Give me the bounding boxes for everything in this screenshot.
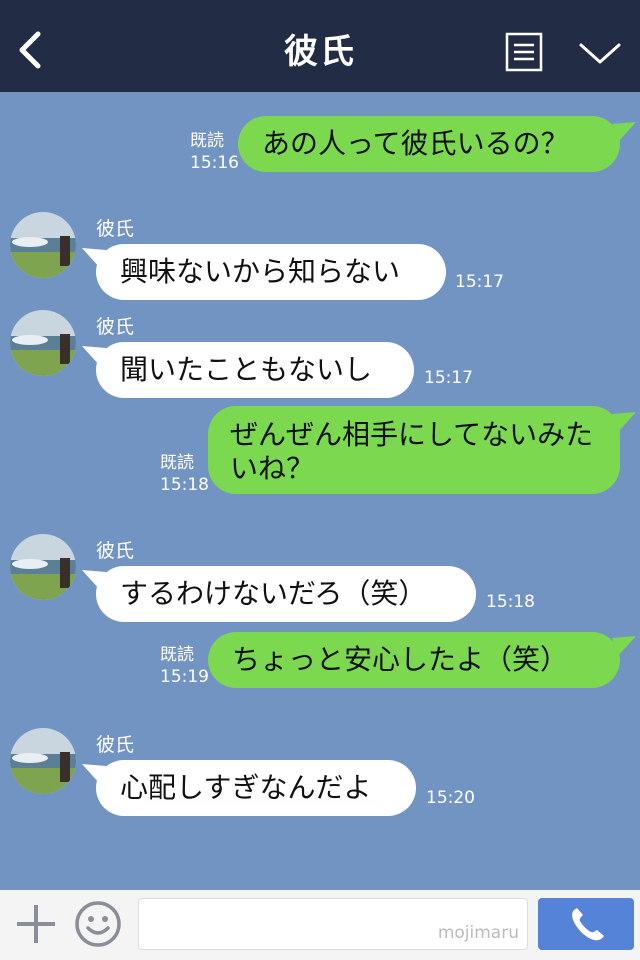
- message-bubble[interactable]: 聞いたこともないし: [96, 342, 414, 398]
- avatar-photo-icon: [10, 212, 76, 278]
- message-row: 彼氏 心配しすぎなんだよ 15:20: [0, 718, 640, 828]
- avatar[interactable]: [10, 534, 76, 600]
- avatar-photo-icon: [10, 310, 76, 376]
- message-bubble[interactable]: 興味ないから知らない: [96, 244, 446, 300]
- emoji-icon: [75, 901, 121, 947]
- sender-name: 彼氏: [96, 734, 135, 756]
- read-receipt: 既読 15:18: [160, 452, 209, 496]
- avatar-photo-icon: [10, 728, 76, 794]
- read-label: 既読: [190, 131, 224, 151]
- plus-icon: [17, 905, 55, 943]
- bubble-tail: [612, 636, 636, 656]
- chevron-down-icon: [579, 43, 621, 64]
- message-time: 15:18: [160, 475, 209, 495]
- watermark: mojimaru: [437, 923, 519, 943]
- message-bubble[interactable]: あの人って彼氏いるの？: [238, 116, 620, 172]
- read-label: 既読: [160, 645, 194, 665]
- message-bubble[interactable]: するわけないだろ（笑）: [96, 566, 476, 622]
- message-time: 15:18: [486, 592, 535, 612]
- message-time: 15:20: [426, 788, 475, 808]
- bubble-tail: [612, 412, 636, 432]
- note-icon: [505, 32, 543, 72]
- read-receipt: 既読 15:19: [160, 644, 209, 688]
- message-bubble[interactable]: ぜんぜん相手にしてないみたいね？: [208, 406, 620, 494]
- avatar[interactable]: [10, 310, 76, 376]
- message-time: 15:17: [455, 272, 504, 292]
- read-receipt: 既読 15:16: [190, 130, 239, 174]
- message-row: 彼氏 するわけないだろ（笑） 15:18: [0, 524, 640, 624]
- note-button[interactable]: [505, 32, 543, 72]
- message-bubble[interactable]: ちょっと安心したよ（笑）: [208, 632, 620, 688]
- message-row: 彼氏 興味ないから知らない 15:17: [0, 202, 640, 312]
- chat-header: 彼氏: [0, 0, 640, 92]
- message-time: 15:19: [160, 667, 209, 687]
- sender-name: 彼氏: [96, 316, 135, 338]
- message-row: 既読 15:16 あの人って彼氏いるの？: [0, 92, 640, 202]
- sender-name: 彼氏: [96, 218, 135, 240]
- emoji-button[interactable]: [74, 900, 122, 948]
- message-time: 15:17: [424, 368, 473, 388]
- avatar-photo-icon: [10, 534, 76, 600]
- bubble-tail: [82, 248, 106, 268]
- message-time: 15:16: [190, 153, 239, 173]
- avatar[interactable]: [10, 212, 76, 278]
- message-bubble[interactable]: 心配しすぎなんだよ: [96, 760, 416, 816]
- message-row: 彼氏 聞いたこともないし 15:17: [0, 300, 640, 400]
- bubble-tail: [612, 122, 636, 142]
- sender-name: 彼氏: [96, 540, 135, 562]
- chat-title: 彼氏: [284, 32, 356, 72]
- bubble-tail: [82, 764, 106, 784]
- phone-icon: [572, 908, 604, 941]
- message-row: 既読 15:19 ちょっと安心したよ（笑）: [0, 624, 640, 714]
- message-input[interactable]: mojimaru: [138, 898, 528, 950]
- bubble-tail: [82, 346, 106, 366]
- menu-toggle-button[interactable]: [578, 36, 622, 70]
- bubble-tail: [82, 570, 106, 590]
- avatar[interactable]: [10, 728, 76, 794]
- add-button[interactable]: [14, 902, 58, 946]
- input-bar: mojimaru: [0, 890, 640, 960]
- read-label: 既読: [160, 453, 194, 473]
- call-button[interactable]: [538, 898, 634, 950]
- message-row: 既読 15:18 ぜんぜん相手にしてないみたいね？: [0, 400, 640, 510]
